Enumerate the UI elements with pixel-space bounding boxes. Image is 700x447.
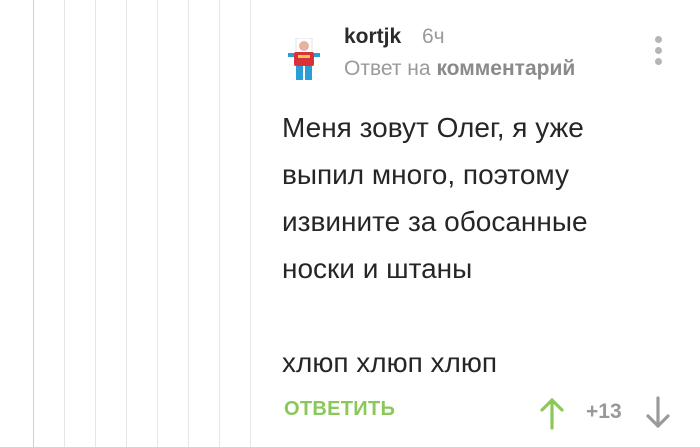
comment-paragraph: Меня зовут Олег, я уже выпил много, поэт… [282, 112, 588, 284]
comment-time: 6ч [422, 25, 445, 48]
more-vertical-icon[interactable] [652, 36, 664, 70]
thread-line [126, 0, 127, 447]
thread-line [33, 0, 34, 447]
thread-line [157, 0, 158, 447]
arrow-down-icon[interactable] [644, 396, 672, 430]
reply-prefix: Ответ на [344, 57, 431, 80]
parent-comment-link[interactable]: комментарий [436, 57, 575, 80]
comment: kortjk 6ч Ответ на комментарий Меня зову… [282, 0, 700, 447]
thread-line [188, 0, 189, 447]
comment-text: Меня зовут Олег, я уже выпил много, поэт… [282, 104, 662, 386]
thread-line [95, 0, 96, 447]
thread-lines [0, 0, 260, 447]
arrow-up-icon[interactable] [538, 396, 566, 430]
comment-paragraph: хлюп хлюп хлюп [282, 347, 498, 378]
avatar-figure-icon[interactable] [286, 38, 322, 82]
thread-line [250, 0, 251, 447]
thread-line [64, 0, 65, 447]
reply-info: Ответ на комментарий [344, 57, 575, 81]
comment-author[interactable]: kortjk [344, 25, 401, 49]
rating-value: +13 [586, 400, 622, 423]
thread-line [219, 0, 220, 447]
reply-button[interactable]: ОТВЕТИТЬ [284, 398, 395, 421]
